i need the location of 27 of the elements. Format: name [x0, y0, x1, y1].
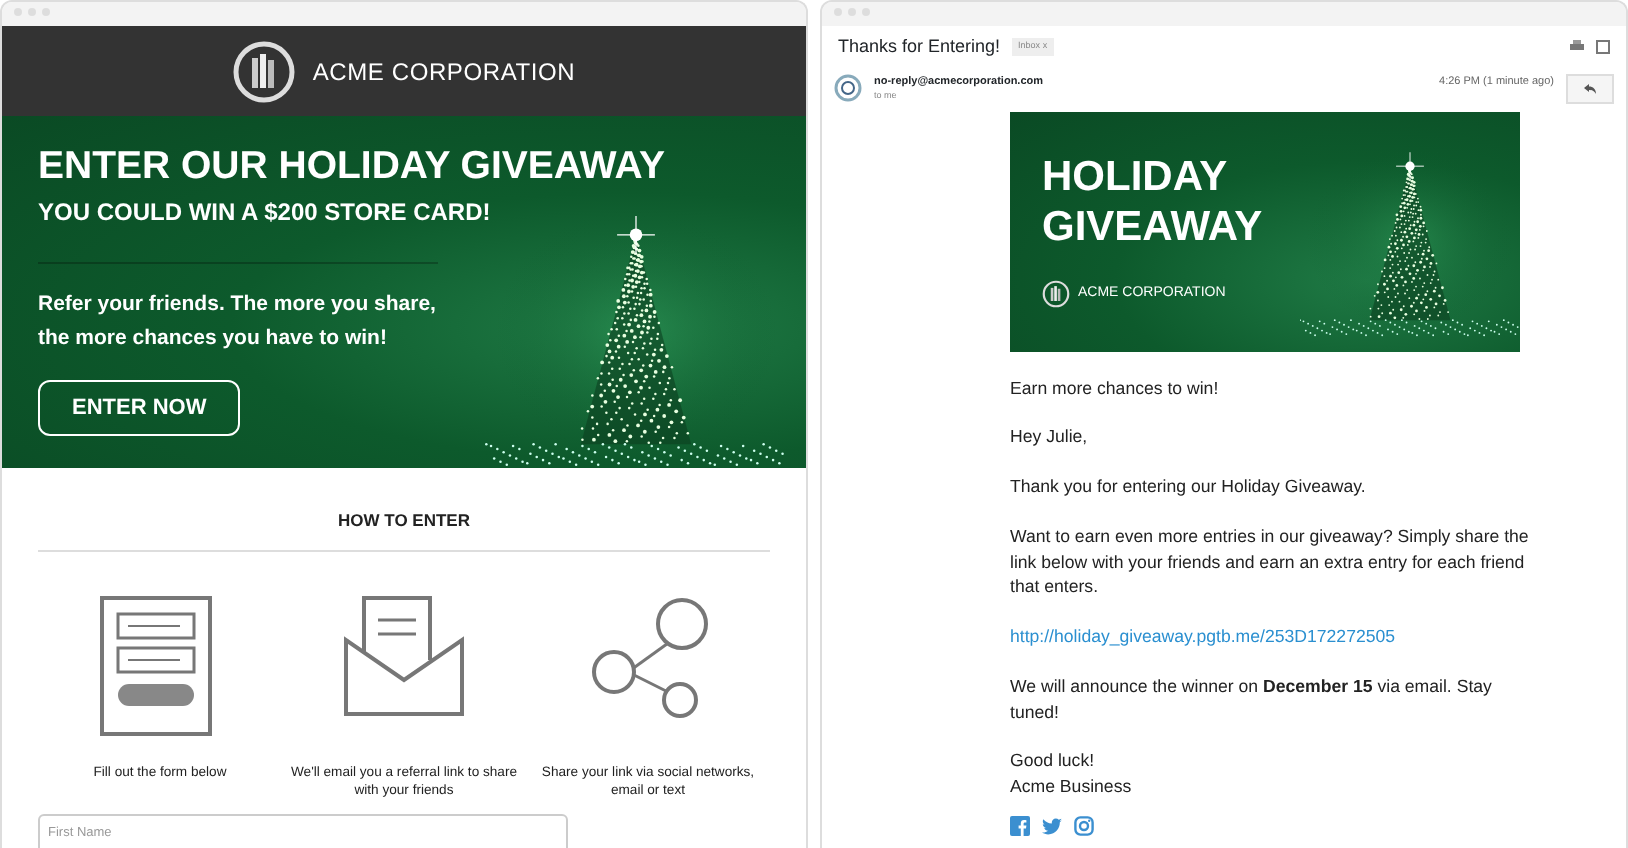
bird-icon[interactable] — [1042, 815, 1062, 836]
brand-name: ACME CORPORATION — [312, 55, 576, 89]
avatar-icon — [834, 73, 862, 101]
enter-now-button[interactable]: ENTER NOW — [38, 379, 241, 437]
referral-link[interactable]: http://holiday_giveaway.pgtb.me/253D172272505 — [1010, 626, 1396, 646]
reply-icon — [1584, 83, 1596, 93]
banner-title: GIVEAWAY — [1042, 201, 1265, 252]
email-text: Want to earn even more entries in our giveaway? Simply share the link below with your friends and earn an extra entry for each friend that enters. — [1010, 523, 1531, 600]
email-text: Acme Business — [1010, 774, 1134, 800]
banner-title: HOLIDAY — [1042, 151, 1230, 202]
hero-text: Refer your friends. The more you share, the more chances you have to win! — [38, 290, 438, 355]
hero-title: ENTER OUR HOLIDAY GIVEAWAY — [38, 144, 668, 191]
popout-icon[interactable] — [1596, 40, 1610, 55]
email-text: Good luck! — [1010, 748, 1097, 774]
hero-subtitle: YOU COULD WIN A $200 STORE CARD! — [38, 196, 493, 231]
print-icon[interactable] — [1570, 40, 1584, 55]
camera-icon[interactable] — [1074, 815, 1094, 836]
logo-icon — [232, 39, 297, 103]
email-text: We will announce the winner on December 15 via email. Stay tuned! — [1010, 673, 1494, 725]
email-text: Earn more chances to win! — [1010, 375, 1221, 401]
email-text: Thank you for entering our Holiday Giveaway. — [1010, 474, 1368, 500]
section-heading: HOW TO ENTER — [38, 468, 770, 552]
logo-icon — [1042, 279, 1070, 308]
facebook-icon[interactable] — [1010, 815, 1030, 836]
reply-button[interactable] — [1566, 73, 1614, 103]
email-text: Hey Julie, — [1010, 424, 1090, 450]
email-subject: Thanks for Entering! — [838, 34, 1001, 60]
